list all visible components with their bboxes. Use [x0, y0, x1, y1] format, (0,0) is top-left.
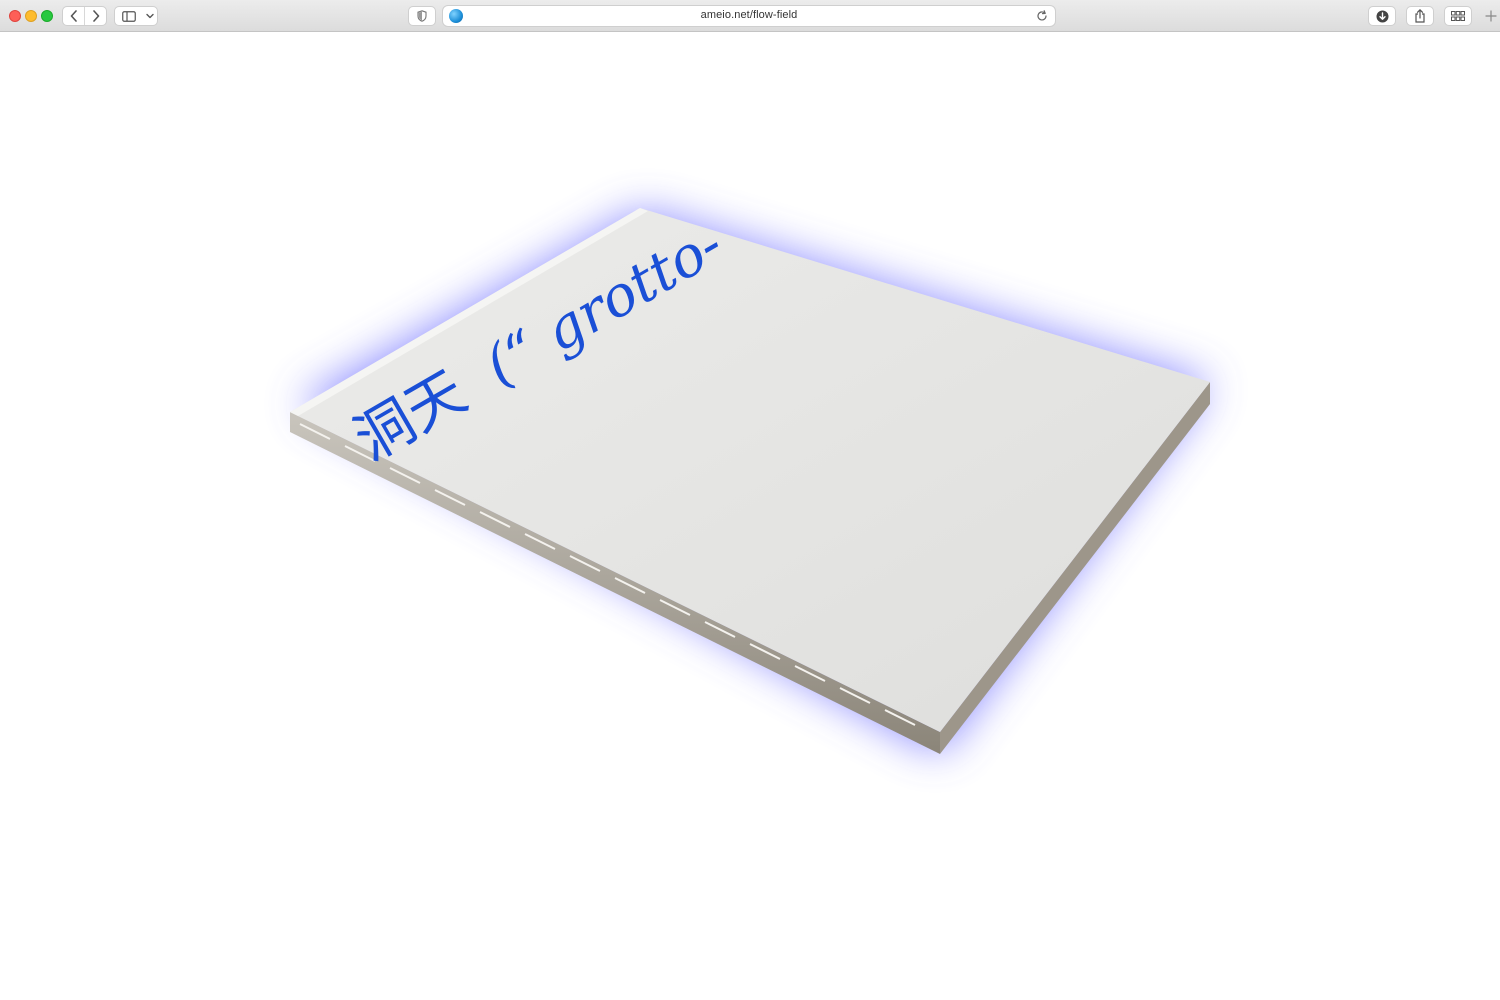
privacy-report-button[interactable] [408, 6, 436, 26]
new-tab-button[interactable] [1482, 7, 1500, 25]
zoom-window-button[interactable] [41, 10, 53, 22]
url-text[interactable]: ameio.net/flow-field [443, 9, 1055, 21]
flow-field-page: 洞天 (“ grotto- [0, 32, 1500, 1000]
sidebar-menu-button[interactable] [143, 7, 157, 25]
sidebar-icon [122, 10, 136, 22]
chevron-down-icon [146, 13, 154, 19]
download-icon [1376, 10, 1388, 22]
sidebar-button[interactable] [115, 7, 143, 25]
downloads-button[interactable] [1368, 6, 1396, 26]
reload-icon[interactable] [1035, 9, 1049, 23]
address-bar[interactable]: ameio.net/flow-field [442, 5, 1056, 27]
share-button[interactable] [1406, 6, 1434, 26]
chevron-right-icon [92, 10, 99, 22]
sidebar-toggle-group [114, 6, 158, 26]
browser-toolbar: ameio.net/flow-field [0, 0, 1500, 32]
tab-overview-icon [1451, 11, 1465, 21]
plus-icon [1485, 10, 1497, 22]
tab-overview-button[interactable] [1444, 6, 1472, 26]
close-window-button[interactable] [9, 10, 21, 22]
chevron-left-icon [70, 10, 77, 22]
shield-icon [417, 10, 427, 22]
minimize-window-button[interactable] [25, 10, 37, 22]
book-object[interactable]: 洞天 (“ grotto- [0, 32, 1500, 1000]
share-icon [1415, 9, 1425, 23]
navigation-buttons [62, 6, 107, 26]
forward-button[interactable] [84, 7, 106, 25]
back-button[interactable] [63, 7, 84, 25]
